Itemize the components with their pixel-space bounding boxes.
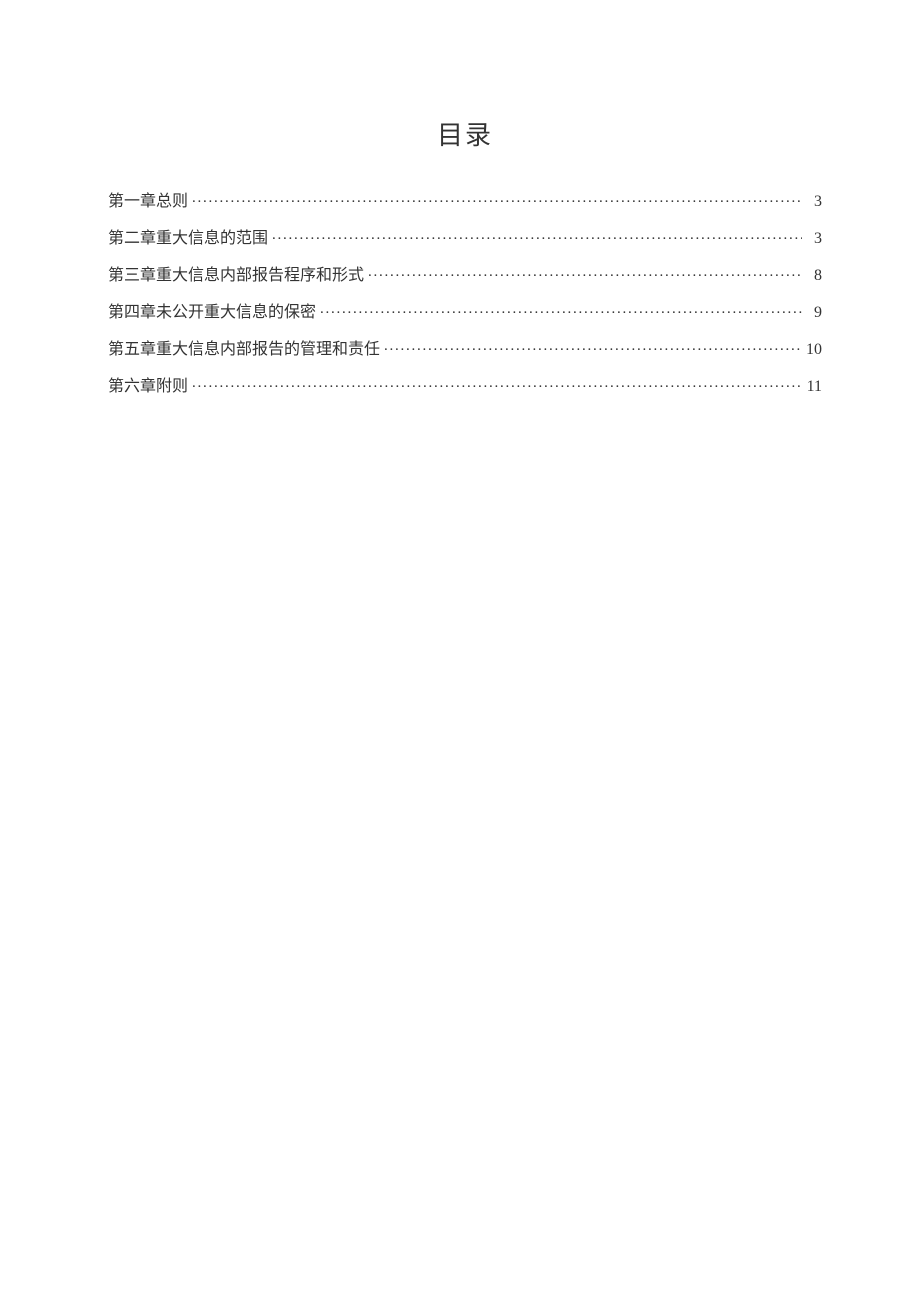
toc-entry-label: 第五章重大信息内部报告的管理和责任	[108, 342, 384, 358]
toc-leader-dots	[320, 301, 802, 317]
toc-entry-label: 第一章总则	[108, 194, 192, 210]
toc-entry: 第六章附则 11	[108, 375, 822, 395]
toc-entry-page: 3	[802, 194, 822, 210]
toc-entry-page: 11	[802, 379, 822, 395]
toc-entry-label: 第四章未公开重大信息的保密	[108, 305, 320, 321]
toc-entry-label: 第六章附则	[108, 379, 192, 395]
toc-title: 目录	[108, 115, 822, 152]
toc-entry: 第二章重大信息的范围 3	[108, 227, 822, 247]
toc-entry-page: 3	[802, 231, 822, 247]
toc-leader-dots	[384, 338, 802, 354]
toc-entry-page: 10	[802, 342, 822, 358]
toc-entry: 第三章重大信息内部报告程序和形式 8	[108, 264, 822, 284]
toc-entry-label: 第二章重大信息的范围	[108, 231, 272, 247]
toc-leader-dots	[368, 264, 802, 280]
toc-entry-label: 第三章重大信息内部报告程序和形式	[108, 268, 368, 284]
toc-leader-dots	[192, 375, 802, 391]
toc-entry: 第四章未公开重大信息的保密 9	[108, 301, 822, 321]
document-page: 目录 第一章总则 3 第二章重大信息的范围 3 第三章重大信息内部报告程序和形式…	[0, 0, 920, 395]
toc-list: 第一章总则 3 第二章重大信息的范围 3 第三章重大信息内部报告程序和形式 8 …	[108, 190, 822, 395]
toc-leader-dots	[272, 227, 802, 243]
toc-entry-page: 8	[802, 268, 822, 284]
toc-entry: 第一章总则 3	[108, 190, 822, 210]
toc-entry-page: 9	[802, 305, 822, 321]
toc-leader-dots	[192, 190, 802, 206]
toc-entry: 第五章重大信息内部报告的管理和责任 10	[108, 338, 822, 358]
